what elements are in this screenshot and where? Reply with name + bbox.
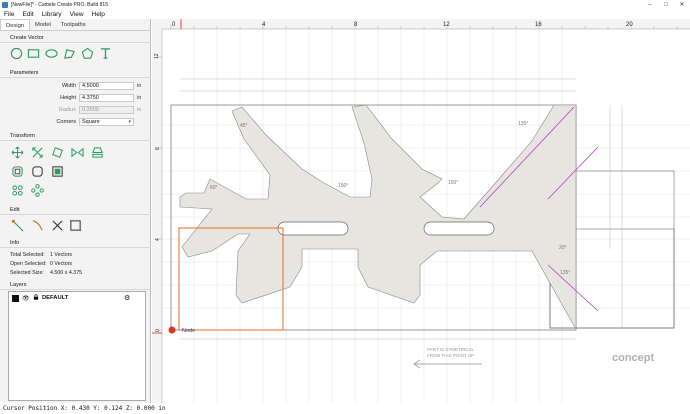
menu-view[interactable]: View xyxy=(66,11,88,18)
slot-right[interactable] xyxy=(423,221,495,236)
corners-label: Corners xyxy=(56,119,76,125)
draw-circle-icon[interactable] xyxy=(9,46,23,60)
left-ruler-label: 8 xyxy=(155,147,161,150)
rotate-icon[interactable] xyxy=(50,145,64,159)
height-label: Height xyxy=(60,95,76,101)
trim-icon[interactable] xyxy=(50,218,64,232)
origin-marker xyxy=(168,326,176,334)
offset-icon[interactable] xyxy=(10,164,24,178)
selected-size-label: Selected Size: xyxy=(10,270,44,276)
tab-toolpaths[interactable]: Toolpaths xyxy=(56,19,91,30)
tab-model[interactable]: Model xyxy=(30,19,56,30)
draw-ellipse-icon[interactable] xyxy=(44,46,58,60)
close-icon[interactable]: ✕ xyxy=(674,0,690,9)
menu-bar: File Edit Library View Help xyxy=(0,9,690,19)
knife-icon[interactable] xyxy=(30,218,44,232)
sidebar: Design Model Toolpaths Create Vector Par… xyxy=(0,19,151,403)
radius-unit: in xyxy=(137,107,142,113)
title-bar: [NewFile]* - Carbide Create PRO, Build 8… xyxy=(0,0,690,9)
canvas-drawing: 0 4 8 12 16 20 12 8 4 0 45° 150° 135° 15… xyxy=(152,19,690,403)
minimize-icon[interactable]: – xyxy=(642,0,658,9)
transform-heading: Transform xyxy=(0,133,151,141)
tab-design[interactable]: Design xyxy=(0,19,31,30)
menu-library[interactable]: Library xyxy=(38,11,66,18)
align-icon[interactable] xyxy=(90,145,104,159)
window-controls: – □ ✕ xyxy=(642,0,690,9)
eye-icon[interactable]: 👁 xyxy=(22,295,30,302)
total-selected-row: Total Selected: 1 Vectors xyxy=(10,252,72,258)
symmetry-note-line1: PART IS SYMETRICAL xyxy=(427,347,475,352)
boolean-icon[interactable] xyxy=(50,164,64,178)
left-ruler-label: 12 xyxy=(154,53,160,59)
move-icon[interactable] xyxy=(10,145,24,159)
join-icon[interactable] xyxy=(68,218,82,232)
symmetry-note-line2: FROM THIS POINT UP xyxy=(427,353,474,358)
open-selected-row: Open Selected: 0 Vectors xyxy=(10,261,72,267)
window-title: [NewFile]* - Carbide Create PRO, Build 8… xyxy=(11,1,108,8)
angle-label: 150° xyxy=(448,180,458,186)
selected-size-value: 4.500 x 4.375 xyxy=(50,270,83,276)
menu-help[interactable]: Help xyxy=(88,11,109,18)
slot-left[interactable] xyxy=(277,221,349,236)
menu-edit[interactable]: Edit xyxy=(18,11,37,18)
total-selected-label: Total Selected: xyxy=(10,252,45,258)
angle-label: 60° xyxy=(210,185,218,191)
angle-label: 135° xyxy=(560,270,570,276)
maximize-icon[interactable]: □ xyxy=(658,0,674,9)
layer-row-default[interactable]: 👁 DEFAULT ⚙ xyxy=(10,293,144,303)
gear-icon[interactable]: ⚙ xyxy=(124,294,130,302)
angle-label: 150° xyxy=(338,183,348,189)
tab-bar: Design Model Toolpaths xyxy=(0,19,151,31)
info-heading: Info xyxy=(0,240,151,248)
app-icon xyxy=(2,1,8,8)
circular-array-icon[interactable] xyxy=(30,183,44,197)
total-selected-value: 1 Vectors xyxy=(50,252,73,258)
array-icon[interactable] xyxy=(10,183,24,197)
radius-field[interactable]: 0.2600 xyxy=(79,106,134,114)
angle-label: 20° xyxy=(559,245,567,251)
top-ruler-label: 16 xyxy=(535,22,542,28)
width-field[interactable]: 4.5000 xyxy=(79,82,134,90)
radius-label: Radius xyxy=(58,107,76,113)
top-ruler xyxy=(152,19,690,29)
angle-label: 45° xyxy=(240,123,248,129)
selected-size-row: Selected Size: 4.500 x 4.375 xyxy=(10,270,82,276)
corners-value: Square xyxy=(82,119,100,125)
edit-heading: Edit xyxy=(0,207,151,215)
height-unit: in xyxy=(137,95,142,101)
scale-icon[interactable] xyxy=(30,145,44,159)
status-bar: Cursor Position X: 0.430 Y: 0.124 Z: 0.0… xyxy=(0,403,690,414)
draw-rectangle-icon[interactable] xyxy=(26,46,40,60)
node-label: Node xyxy=(182,328,195,334)
width-unit: in xyxy=(137,83,142,89)
node-edit-icon[interactable] xyxy=(10,218,24,232)
concept-logo: concept xyxy=(612,352,655,364)
text-tool-icon[interactable] xyxy=(98,46,112,60)
draw-polygon-icon[interactable] xyxy=(80,46,94,60)
left-ruler xyxy=(152,19,162,403)
chevron-down-icon: ▾ xyxy=(128,119,131,125)
layer-color-swatch[interactable] xyxy=(12,294,19,302)
layers-heading: Layers xyxy=(0,282,151,290)
width-label: Width xyxy=(61,83,76,89)
left-ruler-label: 4 xyxy=(155,238,161,241)
layer-name: DEFAULT xyxy=(42,295,69,301)
top-ruler-label: 20 xyxy=(626,22,633,28)
menu-file[interactable]: File xyxy=(0,11,18,18)
top-ruler-label: 12 xyxy=(443,22,450,28)
fillet-icon[interactable] xyxy=(30,164,44,178)
layers-list: 👁 DEFAULT ⚙ xyxy=(8,291,146,401)
parameters-heading: Parameters xyxy=(0,70,151,78)
design-canvas[interactable]: 0 4 8 12 16 20 12 8 4 0 45° 150° 135° 15… xyxy=(152,19,690,403)
mirror-icon[interactable] xyxy=(70,145,84,159)
left-ruler-label: 0 xyxy=(155,329,161,332)
open-selected-label: Open Selected: xyxy=(10,261,47,267)
lock-icon[interactable] xyxy=(32,294,39,302)
corners-select[interactable]: Square ▾ xyxy=(79,118,134,126)
draw-polyline-icon[interactable] xyxy=(62,46,76,60)
height-field[interactable]: 4.3750 xyxy=(79,94,134,102)
open-selected-value: 0 Vectors xyxy=(50,261,73,267)
create-vector-heading: Create Vector xyxy=(0,35,151,43)
angle-label: 135° xyxy=(518,121,528,127)
